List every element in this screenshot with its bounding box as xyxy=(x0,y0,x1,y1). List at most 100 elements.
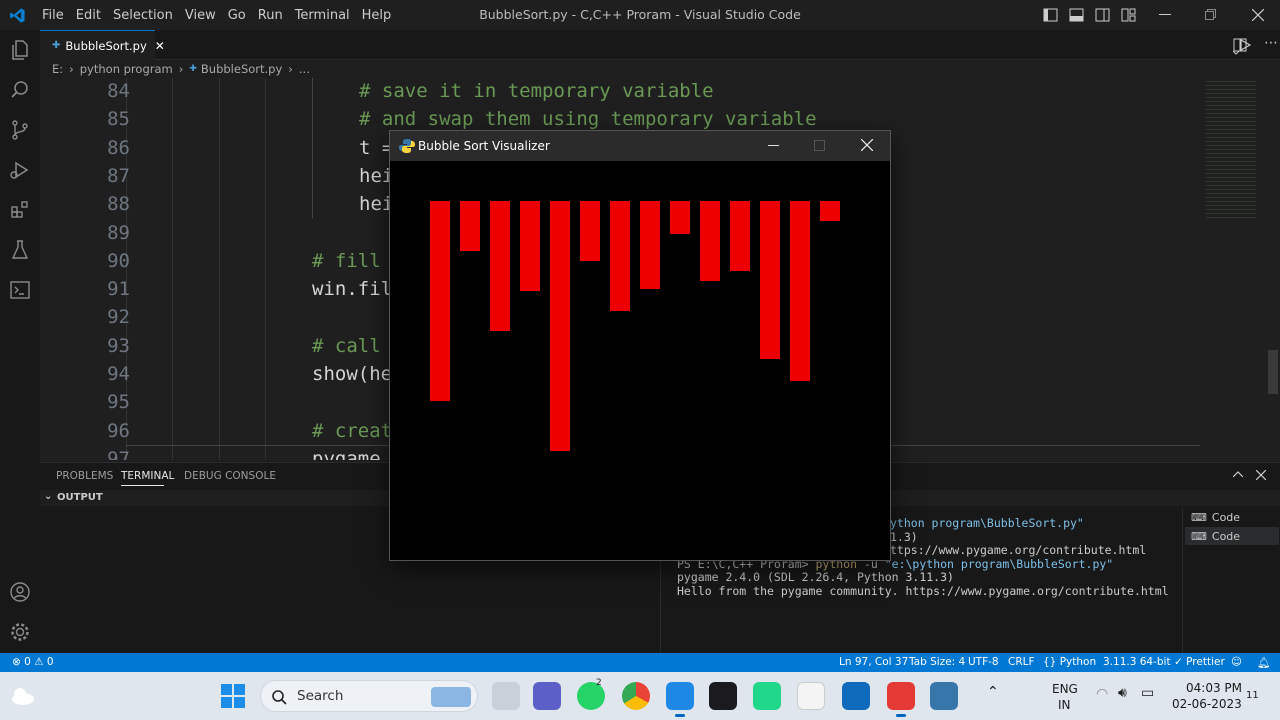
manage-gear-icon[interactable] xyxy=(8,620,32,644)
minimize-icon[interactable] xyxy=(1159,14,1171,16)
intellij-icon[interactable] xyxy=(709,682,737,710)
chevron-right-icon: › xyxy=(69,62,74,76)
problems-status[interactable]: ⊗ 0 ⚠ 0 xyxy=(12,656,54,668)
close-icon[interactable] xyxy=(861,139,873,151)
taskbar-search[interactable]: Search xyxy=(260,680,478,712)
code-line: # call xyxy=(312,334,381,357)
python-interpreter[interactable]: 3.11.3 64-bit xyxy=(1103,656,1171,668)
terminal-line: Hello from the pygame community. https:/… xyxy=(677,583,1169,598)
pygame-window[interactable]: Bubble Sort Visualizer xyxy=(389,130,891,561)
vscode-taskbar-icon[interactable] xyxy=(666,682,694,710)
notifications-bell-icon[interactable]: 🔔︎ xyxy=(1257,656,1270,669)
minimap[interactable] xyxy=(1200,78,1280,460)
breadcrumb-folder[interactable]: python program xyxy=(80,62,173,76)
mail-icon[interactable] xyxy=(842,682,870,710)
terminal-instance[interactable]: ⌨ Code xyxy=(1185,527,1279,545)
maximize-panel-icon[interactable] xyxy=(1233,471,1243,478)
toggle-secondary-sidebar-icon[interactable] xyxy=(1095,8,1110,22)
sort-bar xyxy=(430,201,450,401)
explorer-icon[interactable] xyxy=(8,38,32,62)
pygame-title: Bubble Sort Visualizer xyxy=(418,139,550,153)
toggle-primary-sidebar-icon[interactable] xyxy=(1043,8,1058,22)
clock-time[interactable]: 04:03 PM xyxy=(1186,681,1242,695)
minimap-scrollbar[interactable] xyxy=(1268,350,1278,394)
breadcrumb-file[interactable]: BubbleSort.py xyxy=(201,62,282,76)
chrome-icon[interactable] xyxy=(622,682,650,710)
menu-view[interactable]: View xyxy=(179,8,222,23)
terminal-instance-label: Code xyxy=(1211,529,1241,543)
terminal-list: ⌨ Code ⌨ Code xyxy=(1182,508,1280,653)
line-ending[interactable]: CRLF xyxy=(1008,656,1035,668)
accounts-icon[interactable] xyxy=(8,580,32,604)
source-control-icon[interactable] xyxy=(8,118,32,142)
volume-icon[interactable]: 🔊︎ xyxy=(1118,685,1127,701)
terminal-instance[interactable]: ⌨ Code xyxy=(1185,508,1279,526)
language-mode[interactable]: {} Python xyxy=(1043,656,1096,668)
more-actions-icon[interactable]: ⋯ xyxy=(1264,35,1278,51)
run-debug-icon[interactable] xyxy=(8,158,32,182)
line-number: 90 xyxy=(107,249,130,272)
camera-icon[interactable] xyxy=(887,682,915,710)
code-line: win.fil xyxy=(312,278,393,301)
feedback-icon[interactable]: ☺ xyxy=(1231,656,1242,668)
customize-layout-icon[interactable] xyxy=(1121,8,1136,22)
breadcrumb-more[interactable]: ... xyxy=(299,62,310,76)
menu-file[interactable]: File xyxy=(36,8,70,23)
sort-bar xyxy=(670,201,690,234)
testing-icon[interactable] xyxy=(8,238,32,262)
battery-icon[interactable]: ▭ xyxy=(1141,685,1154,701)
tab-size[interactable]: Tab Size: 4 xyxy=(909,656,965,668)
tab-close-icon[interactable]: ✕ xyxy=(155,39,165,53)
line-number: 96 xyxy=(107,419,130,442)
tab-problems[interactable]: PROBLEMS xyxy=(56,470,113,482)
teams-icon[interactable] xyxy=(533,682,561,710)
menu-selection[interactable]: Selection xyxy=(107,8,179,23)
prettier-status[interactable]: ✓ Prettier xyxy=(1174,656,1225,668)
remote-explorer-icon[interactable] xyxy=(8,278,32,302)
sort-bar xyxy=(610,201,630,311)
line-number: 86 xyxy=(107,136,130,159)
close-panel-icon[interactable] xyxy=(1256,470,1266,480)
task-view-icon[interactable] xyxy=(492,682,520,710)
tab-terminal[interactable]: TERMINAL xyxy=(121,470,174,482)
encoding[interactable]: UTF-8 xyxy=(968,656,999,668)
terminal-line: pygame 2.4.0 (SDL 2.26.4, Python 3.11.3) xyxy=(677,570,954,584)
split-editor-icon[interactable] xyxy=(1233,38,1247,52)
sort-bar xyxy=(640,201,660,289)
line-number: 91 xyxy=(107,278,130,301)
menu-go[interactable]: Go xyxy=(222,8,252,23)
weather-cloud-icon[interactable] xyxy=(10,684,36,708)
clock-date[interactable]: 02-06-2023 xyxy=(1172,697,1242,711)
search-icon[interactable] xyxy=(8,78,32,102)
lang-primary[interactable]: ENG xyxy=(1052,682,1078,696)
prettier-label: Prettier xyxy=(1186,656,1225,668)
minimize-icon[interactable] xyxy=(768,145,779,147)
python-file-icon: ✚ xyxy=(189,64,197,74)
pygame-title-bar[interactable]: Bubble Sort Visualizer xyxy=(390,131,890,161)
windows-start-icon[interactable] xyxy=(221,684,245,708)
notification-count[interactable]: 11 xyxy=(1246,690,1259,701)
restore-icon[interactable] xyxy=(1205,9,1216,20)
tab-debug-console[interactable]: DEBUG CONSOLE xyxy=(184,470,276,482)
tab-bubblesort[interactable]: ✚ BubbleSort.py ✕ xyxy=(40,30,165,60)
menu-terminal[interactable]: Terminal xyxy=(289,8,356,23)
lang-secondary[interactable]: IN xyxy=(1058,698,1071,712)
close-icon[interactable] xyxy=(1252,9,1264,21)
line-number: 97 xyxy=(107,447,130,460)
error-count: 0 xyxy=(24,656,31,668)
menu-run[interactable]: Run xyxy=(252,8,289,23)
menu-help[interactable]: Help xyxy=(356,8,398,23)
store-icon[interactable] xyxy=(797,682,825,710)
vscode-logo-icon xyxy=(10,8,25,23)
cursor-position[interactable]: Ln 97, Col 37 xyxy=(839,656,908,668)
chevron-up-icon[interactable]: ⌃ xyxy=(987,684,999,700)
toggle-panel-icon[interactable] xyxy=(1069,8,1084,22)
breadcrumb-drive[interactable]: E: xyxy=(52,62,63,76)
sort-bar xyxy=(820,201,840,221)
menu-edit[interactable]: Edit xyxy=(70,8,107,23)
wifi-icon[interactable]: ◠ xyxy=(1096,686,1108,702)
extensions-icon[interactable] xyxy=(8,198,32,222)
line-number: 89 xyxy=(107,221,130,244)
pycharm-icon[interactable] xyxy=(753,682,781,710)
python-taskbar-icon[interactable] xyxy=(930,682,958,710)
